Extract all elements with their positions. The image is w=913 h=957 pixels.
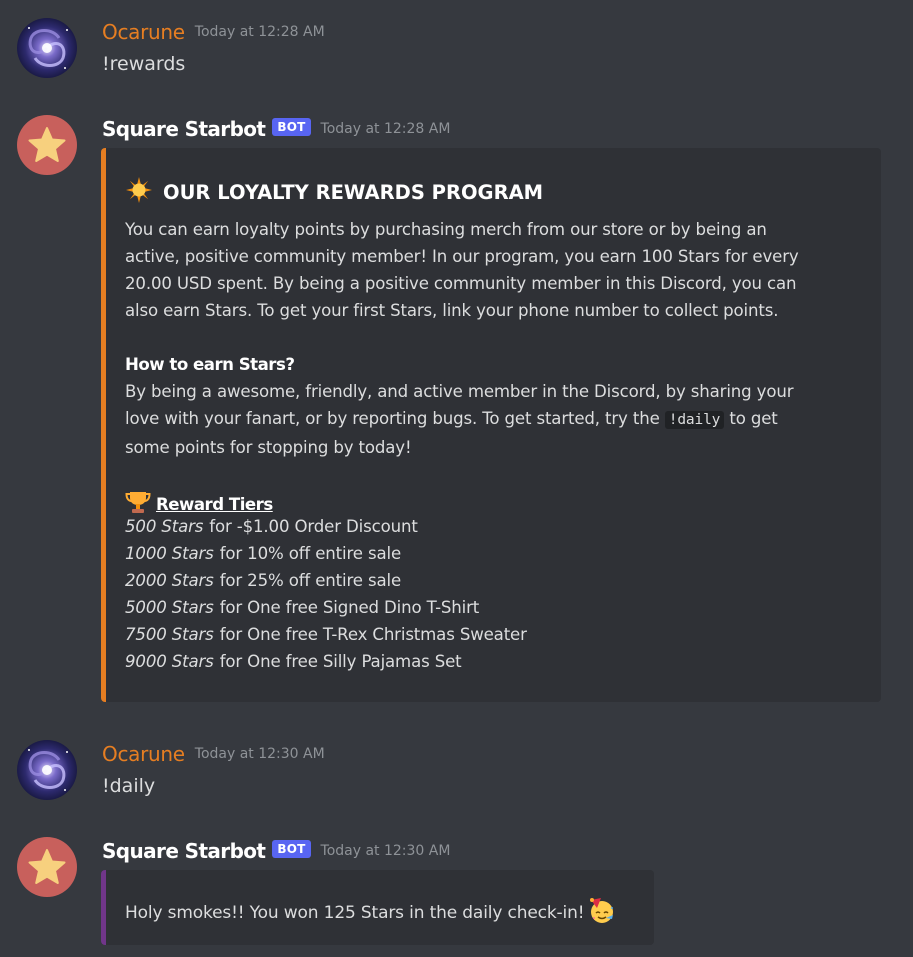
how-to-earn-heading: How to earn Stars? [125,355,295,374]
tier-reward: for One free Silly Pajamas Set [219,652,462,671]
tier-stars: 5000 Stars [125,598,214,617]
starbot-avatar[interactable] [17,115,77,175]
how-line-text: to get [729,409,778,428]
how-line: By being a awesome, friendly, and active… [125,382,794,401]
author-name[interactable]: Square Starbot [102,117,266,141]
intro-line: also earn Stars. To get your first Stars… [125,301,779,320]
reward-tiers-heading: Reward Tiers [125,490,273,518]
embed-title: OUR LOYALTY REWARDS PROGRAM [125,176,543,209]
tier-row: 500 Stars for -$1.00 Order Discount [125,517,418,536]
timestamp: Today at 12:30 AM [194,746,325,762]
tier-reward: for -$1.00 Order Discount [209,517,418,536]
daily-command-code: !daily [664,411,725,429]
daily-embed-text: Holy smokes!! You won 125 Stars in the d… [125,902,585,923]
daily-embed-content: Holy smokes!! You won 125 Stars in the d… [125,896,616,929]
starbot-avatar[interactable] [17,837,77,897]
timestamp: Today at 12:28 AM [194,24,325,40]
tier-stars: 7500 Stars [125,625,214,644]
tier-reward: for One free T-Rex Christmas Sweater [219,625,527,644]
embed-accent-bar [101,148,106,702]
tier-reward: for One free Signed Dino T-Shirt [219,598,480,617]
reward-tiers-label: Reward Tiers [156,494,273,514]
tier-row: 2000 Stars for 25% off entire sale [125,571,401,590]
message-header: Ocarune Today at 12:28 AM [102,20,325,44]
ocarune-avatar[interactable] [17,740,77,800]
message-header: Square Starbot BOT Today at 12:30 AM [102,839,450,863]
intro-line: 20.00 USD spent. By being a positive com… [125,274,797,293]
embed-title-text: OUR LOYALTY REWARDS PROGRAM [163,181,544,204]
how-line-with-command: love with your fanart, or by reporting b… [125,409,778,429]
tier-stars: 2000 Stars [125,571,214,590]
sun-icon [125,176,153,209]
message-content: !daily [102,775,156,797]
tier-row: 1000 Stars for 10% off entire sale [125,544,401,563]
ocarune-avatar[interactable] [17,18,77,78]
trophy-icon [125,490,151,518]
how-line-text: love with your fanart, or by reporting b… [125,409,660,428]
tier-stars: 1000 Stars [125,544,214,563]
star-avatar-icon [17,115,77,175]
message-header: Ocarune Today at 12:30 AM [102,742,325,766]
message-content: !rewards [102,53,186,75]
daily-embed: Holy smokes!! You won 125 Stars in the d… [101,870,654,945]
rewards-embed: OUR LOYALTY REWARDS PROGRAM You can earn… [101,148,881,702]
star-avatar-icon [17,837,77,897]
intro-line: active, positive community member! In ou… [125,247,799,266]
bot-tag: BOT [272,840,311,858]
embed-accent-bar [101,870,106,945]
bot-tag: BOT [272,118,311,136]
author-name[interactable]: Ocarune [102,742,185,766]
how-line: some points for stopping by today! [125,438,412,457]
message-header: Square Starbot BOT Today at 12:28 AM [102,117,450,141]
author-name[interactable]: Ocarune [102,20,185,44]
tier-row: 5000 Stars for One free Signed Dino T-Shi… [125,598,479,617]
tier-reward: for 25% off entire sale [219,571,402,590]
tier-stars: 500 Stars [125,517,204,536]
tier-reward: for 10% off entire sale [219,544,402,563]
intro-line: You can earn loyalty points by purchasin… [125,220,767,239]
galaxy-avatar-icon [17,18,77,78]
author-name[interactable]: Square Starbot [102,839,266,863]
party-face-icon [588,896,616,929]
tier-row: 9000 Stars for One free Silly Pajamas Set [125,652,462,671]
timestamp: Today at 12:28 AM [320,121,451,137]
tier-row: 7500 Stars for One free T-Rex Christmas S… [125,625,527,644]
timestamp: Today at 12:30 AM [320,843,451,859]
galaxy-avatar-icon [17,740,77,800]
tier-stars: 9000 Stars [125,652,214,671]
